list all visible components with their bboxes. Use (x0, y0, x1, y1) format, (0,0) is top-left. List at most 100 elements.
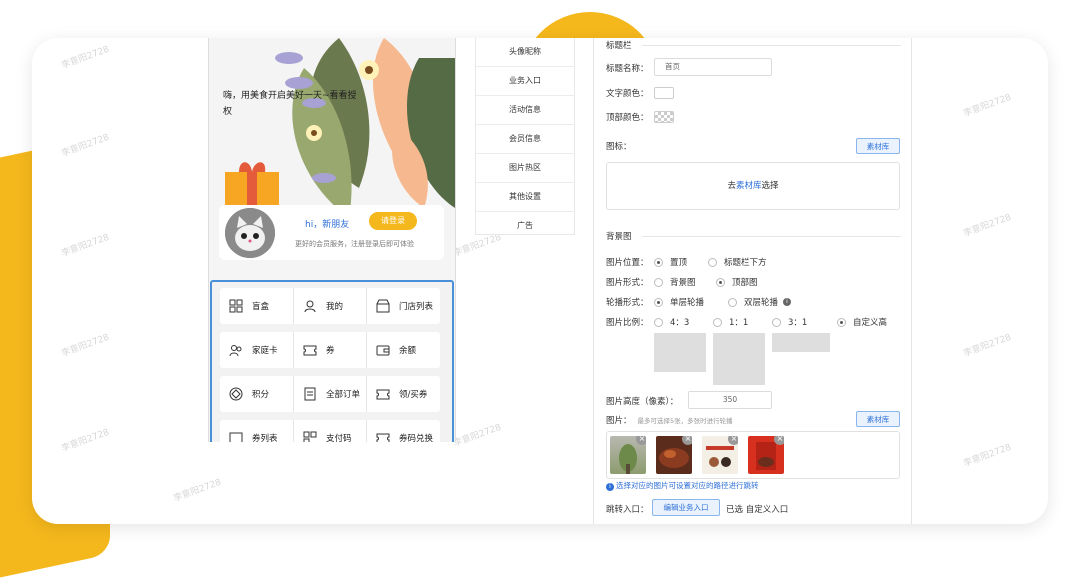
img-form-label: 图片形式： (606, 278, 649, 288)
radio-ratio-4-3[interactable]: 4：3 (654, 316, 689, 328)
grid-item-mine[interactable]: 我的 (293, 288, 367, 324)
grid-item-balance[interactable]: 余额 (366, 332, 440, 368)
hero-greeting-text: 嗨，用美食开启美好一天~看看授权 (223, 91, 357, 117)
screenshot-card: 李意阳2728 李意阳2728 李意阳2728 李意阳2728 李意阳2728 … (32, 38, 1048, 524)
grid-item-label: 我的 (326, 302, 344, 312)
radio-dot (708, 257, 717, 267)
radio-position-below-title[interactable]: 标题栏下方 (708, 256, 767, 268)
radio-ratio-3-1[interactable]: 3：1 (772, 316, 807, 328)
radio-label: 双层轮播 (744, 298, 779, 308)
grid-item-pay-code[interactable]: 支付码 (293, 420, 367, 442)
img-height-input[interactable]: 350 (688, 391, 772, 409)
watermark: 李意阳2728 (962, 212, 1013, 240)
carousel-label: 轮播形式： (606, 298, 649, 308)
info-text: 选择对应的图片可设置对应的路径进行跳转 (616, 481, 759, 490)
img-position-label: 图片位置： (606, 258, 649, 268)
info-icon[interactable]: i (783, 298, 792, 306)
radio-dot-checked (837, 317, 846, 327)
icon-library-button[interactable]: 素材库 (856, 138, 900, 154)
radio-position-top[interactable]: 置顶 (654, 256, 687, 268)
text-color-picker[interactable] (654, 87, 674, 99)
watermark: 李意阳2728 (60, 132, 111, 160)
image-thumb[interactable]: × (748, 436, 784, 474)
nav-item-avatar-nickname[interactable]: 头像昵称 (476, 38, 574, 67)
ratio-label: 图片比例： (606, 318, 649, 328)
nav-item-member-info[interactable]: 会员信息 (476, 125, 574, 154)
order-icon (302, 386, 318, 402)
grid-item-stores[interactable]: 门店列表 (366, 288, 440, 324)
avatar (225, 208, 275, 258)
store-icon (375, 298, 391, 314)
radio-dot (654, 317, 663, 327)
grid-item-get-buy-coupon[interactable]: 领/买券 (366, 376, 440, 412)
grid-row: 家庭卡 券 余额 (220, 332, 440, 368)
images-hint: 最多可选择5张，多张时进行轮播 (637, 417, 733, 425)
remove-image-icon[interactable]: × (636, 436, 646, 445)
grid-item-points[interactable]: 积分 (220, 376, 293, 412)
radio-label: 1：1 (729, 318, 749, 328)
images-box: × × × × (606, 431, 900, 479)
nav-item-business-entry[interactable]: 业务入口 (476, 67, 574, 96)
images-label: 图片： 最多可选择5张，多张时进行轮播 (606, 414, 733, 426)
choose-library-link[interactable]: 素材库 (736, 181, 762, 191)
radio-carousel-single[interactable]: 单层轮播 (654, 296, 704, 308)
grid-item-label: 券 (326, 346, 335, 356)
icon-label: 图标： (606, 142, 632, 152)
divider (642, 45, 901, 46)
edit-business-entry-button[interactable]: 编辑业务入口 (652, 499, 720, 516)
image-thumb[interactable]: × (702, 436, 738, 474)
jump-selected-text: 已选 自定义入口 (726, 505, 789, 515)
grid-item-coupon-list[interactable]: 券列表 (220, 420, 293, 442)
jump-label: 跳转入口： (606, 505, 649, 515)
exchange-icon (375, 430, 391, 442)
radio-dot (728, 297, 737, 307)
grid-item-label: 积分 (252, 390, 270, 400)
remove-image-icon[interactable]: × (728, 436, 738, 445)
list-icon (228, 430, 244, 442)
nav-item-image-hotspot[interactable]: 图片热区 (476, 154, 574, 183)
remove-image-icon[interactable]: × (682, 436, 692, 445)
grid-item-coupon[interactable]: 券 (293, 332, 367, 368)
watermark: 李意阳2728 (172, 477, 223, 505)
business-entry-grid[interactable]: 盲盒 我的 门店列表 家庭卡 券 余额 积分 全部订单 领/买券 券列表 支付码… (210, 280, 454, 442)
info-icon: i (606, 483, 614, 491)
grid-item-blindbox[interactable]: 盲盒 (220, 288, 293, 324)
radio-dot (713, 317, 722, 327)
nav-item-ads[interactable]: 广告 (476, 212, 574, 240)
grid-row: 券列表 支付码 券码兑换 (220, 420, 440, 442)
radio-dot-checked (654, 297, 663, 307)
grid-item-code-exchange[interactable]: 券码兑换 (366, 420, 440, 442)
grid-item-label: 全部订单 (326, 390, 361, 400)
grid-item-label: 余额 (399, 346, 417, 356)
member-card: hi，新朋友 请登录 更好的会员服务，注册登录后即可体验 (219, 205, 444, 260)
radio-dot-checked (716, 277, 725, 287)
login-button[interactable]: 请登录 (369, 212, 417, 230)
grid-item-all-orders[interactable]: 全部订单 (293, 376, 367, 412)
icon-select-box[interactable]: 去素材库选择 (606, 162, 900, 210)
radio-label: 标题栏下方 (724, 258, 767, 268)
section-title-titlebar: 标题栏 (606, 41, 632, 51)
grid-item-family-card[interactable]: 家庭卡 (220, 332, 293, 368)
radio-form-background[interactable]: 背景图 (654, 276, 696, 288)
img-height-label: 图片高度（像素）： (606, 397, 679, 407)
radio-dot (654, 277, 663, 287)
image-thumb[interactable]: × (610, 436, 646, 474)
grid-icon (228, 298, 244, 314)
nav-item-other-settings[interactable]: 其他设置 (476, 183, 574, 212)
title-name-label: 标题名称： (606, 64, 649, 74)
remove-image-icon[interactable]: × (774, 436, 784, 445)
radio-ratio-custom[interactable]: 自定义高 (837, 316, 887, 328)
radio-ratio-1-1[interactable]: 1：1 (713, 316, 748, 328)
radio-form-top[interactable]: 顶部图 (716, 276, 758, 288)
watermark: 李意阳2728 (962, 442, 1013, 470)
nav-item-activity-info[interactable]: 活动信息 (476, 96, 574, 125)
watermark: 李意阳2728 (60, 332, 111, 360)
title-name-input[interactable]: 首页 (654, 58, 772, 76)
radio-carousel-double[interactable]: 双层轮播 i (728, 296, 792, 308)
images-library-button[interactable]: 素材库 (856, 411, 900, 427)
top-color-picker[interactable] (654, 111, 674, 123)
watermark: 李意阳2728 (962, 332, 1013, 360)
coupon-icon (302, 342, 318, 358)
image-thumb[interactable]: × (656, 436, 692, 474)
choose-suffix: 选择 (761, 181, 779, 191)
